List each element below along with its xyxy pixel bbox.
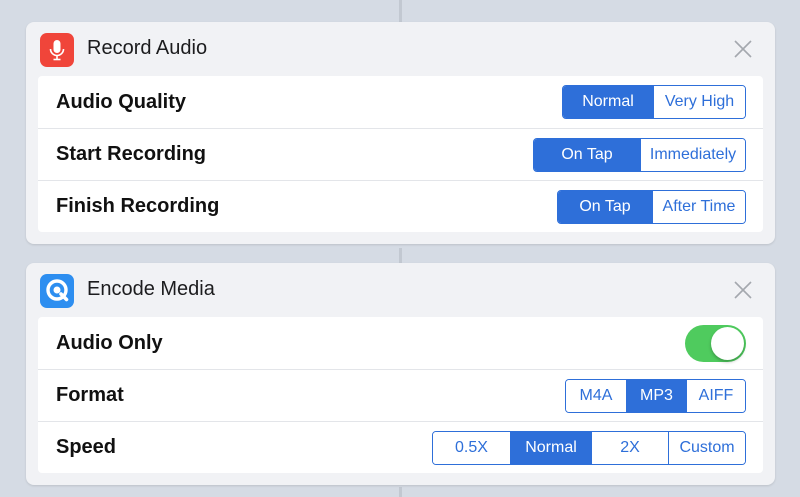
finish-recording-segmented-control: On Tap After Time [557,189,746,224]
audio-only-row: Audio Only [38,317,763,369]
parameter-list: Audio Quality Normal Very High Start Rec… [38,76,763,232]
row-label: Start Recording [56,143,207,165]
segment-normal[interactable]: Normal [563,86,653,118]
flow-connector-middle [399,248,402,263]
segment-normal[interactable]: Normal [510,431,591,464]
segment-aiff[interactable]: AIFF [686,379,745,412]
toggle-knob [711,326,744,360]
speed-row: Speed 0.5X Normal 2X Custom [38,421,763,473]
action-title: Record Audio [87,37,208,59]
speed-segmented-control: 0.5X Normal 2X Custom [432,430,746,465]
row-label: Format [56,384,124,406]
action-header[interactable]: Encode Media [26,263,775,317]
segment-immediately[interactable]: Immediately [640,138,745,171]
audio-only-toggle[interactable] [685,324,746,362]
row-label: Speed [56,436,117,458]
start-recording-row: Start Recording On Tap Immediately [38,128,763,180]
quicktime-icon [40,274,74,308]
format-row: Format M4A MP3 AIFF [38,369,763,421]
audio-quality-segmented-control: Normal Very High [562,85,746,119]
segment-after-time[interactable]: After Time [652,190,745,223]
record-audio-action-card: Record Audio Audio Quality Normal Very H… [26,22,775,244]
row-label: Audio Quality [56,90,186,113]
segment-custom[interactable]: Custom [668,431,745,464]
segment-on-tap[interactable]: On Tap [558,190,652,223]
segment-mp3[interactable]: MP3 [626,379,686,412]
encode-media-action-card: Encode Media Audio Only Format M4A MP3 A… [26,263,775,485]
flow-connector-bottom [399,487,402,497]
flow-connector-top [399,0,402,22]
microphone-icon [40,33,74,67]
segment-m4a[interactable]: M4A [566,379,626,412]
close-icon[interactable] [733,39,753,59]
format-segmented-control: M4A MP3 AIFF [565,378,746,413]
segment-on-tap[interactable]: On Tap [534,138,640,171]
finish-recording-row: Finish Recording On Tap After Time [38,180,763,232]
segment-2x[interactable]: 2X [591,431,668,464]
start-recording-segmented-control: On Tap Immediately [533,137,746,172]
action-title: Encode Media [87,278,215,300]
action-header[interactable]: Record Audio [26,22,775,76]
parameter-list: Audio Only Format M4A MP3 AIFF Speed 0.5… [38,317,763,473]
segment-very-high[interactable]: Very High [653,86,745,118]
row-label: Audio Only [56,331,163,354]
close-icon[interactable] [733,280,753,300]
segment-0-5x[interactable]: 0.5X [433,431,510,464]
row-label: Finish Recording [56,195,220,217]
audio-quality-row: Audio Quality Normal Very High [38,76,763,128]
